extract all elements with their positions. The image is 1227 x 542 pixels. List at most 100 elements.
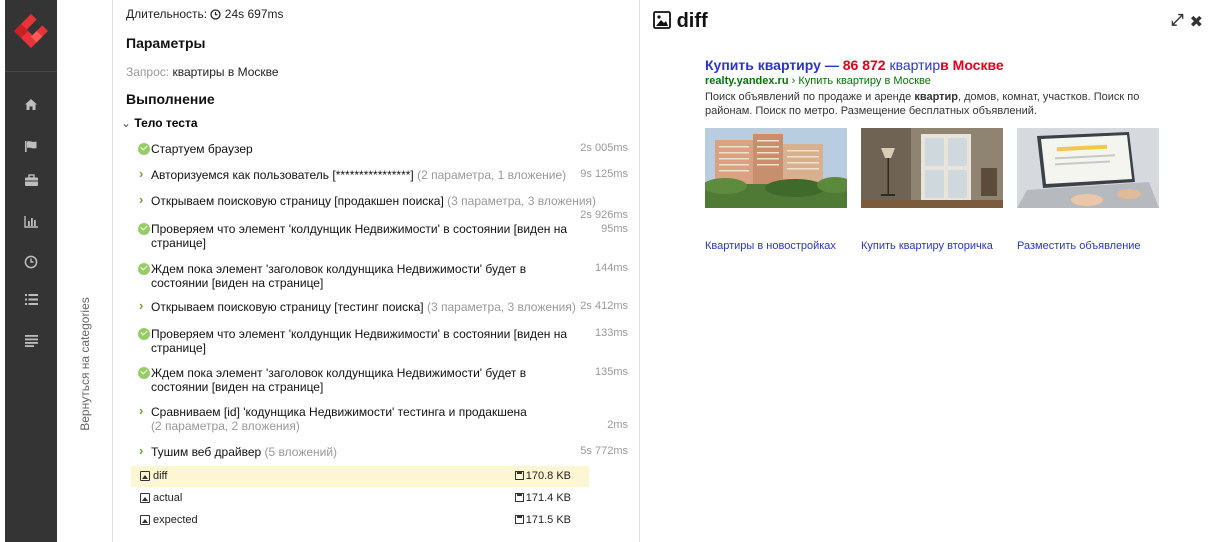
- serp-url[interactable]: realty.yandex.ru › Купить квартиру в Мос…: [705, 75, 1165, 87]
- step-text-wrap: Авторизуемся как пользователь [*********…: [151, 168, 581, 182]
- app-window: Вернуться на categories Длительность: 24…: [0, 0, 1227, 542]
- step-meta: (5 вложений): [264, 445, 338, 459]
- duration-label: Длительность:: [126, 7, 208, 21]
- diff-panel: diff ⤢ ✖ Купить квартиру — 86 872 кварти…: [640, 0, 1227, 542]
- step-text: Открываем поисковую страницу [продакшен …: [151, 194, 444, 208]
- thumbnail-caption-link[interactable]: Разместить объявление: [1017, 240, 1141, 252]
- attachment-row-actual[interactable]: actual 171.4 KB: [131, 488, 589, 509]
- home-icon[interactable]: [5, 92, 57, 116]
- step-time: 9s 125ms: [580, 168, 628, 180]
- diff-title: diff: [653, 10, 708, 33]
- expand-icon[interactable]: ⤢: [1171, 12, 1184, 32]
- attachment-row-diff[interactable]: diff 170.8 KB: [131, 466, 589, 487]
- menu-lines-icon[interactable]: [5, 328, 57, 352]
- serp-title-word: квартир: [889, 57, 941, 73]
- step-text: Ждем пока элемент 'заголовок колдунщика …: [151, 262, 527, 290]
- chevron-right-icon: ›: [139, 298, 144, 313]
- execution-title: Выполнение: [126, 91, 215, 107]
- step-row[interactable]: › Тушим веб драйвер (5 вложений) 5s 772m…: [138, 444, 628, 459]
- step-row[interactable]: Ждем пока элемент 'заголовок колдунщика …: [138, 366, 628, 394]
- passed-check-icon: [138, 328, 150, 340]
- diff-title-text: diff: [676, 10, 708, 32]
- back-to-categories-label: Вернуться на categories: [78, 297, 92, 431]
- serp-title-number: 86 872: [842, 57, 886, 73]
- attachment-size-wrap: 171.5 KB: [514, 514, 571, 526]
- step-meta: (2 параметра, 2 вложения): [151, 419, 300, 433]
- thumbnail-buildings[interactable]: [705, 128, 847, 208]
- step-row[interactable]: Стартуем браузер 2s 005ms: [138, 142, 628, 156]
- param-value: квартиры в Москве: [172, 65, 279, 79]
- step-meta: (3 параметра, 3 вложения): [447, 194, 597, 208]
- step-meta: (3 параметра, 3 вложения): [426, 300, 576, 314]
- attachment-size: 170.8 KB: [525, 470, 571, 482]
- nav-sidebar: [5, 0, 57, 542]
- step-time: 135ms: [594, 366, 628, 378]
- step-row[interactable]: Проверяем что элемент 'колдунщик Недвижи…: [138, 327, 628, 355]
- step-time: 133ms: [594, 327, 628, 339]
- attachment-size-wrap: 171.4 KB: [514, 492, 571, 504]
- test-body-toggle[interactable]: ⌄ Тело теста: [121, 116, 198, 130]
- step-row[interactable]: › Сравниваем [id] 'кодунщика Недвижимост…: [138, 403, 628, 433]
- save-icon[interactable]: [514, 471, 524, 480]
- thumbnail-room[interactable]: [861, 128, 1003, 208]
- step-text: Стартуем браузер: [151, 142, 253, 156]
- step-text-wrap: Открываем поисковую страницу [тестинг по…: [151, 300, 581, 314]
- step-text: Ждем пока элемент 'заголовок колдунщика …: [151, 366, 527, 394]
- passed-check-icon: [138, 263, 150, 275]
- params-title: Параметры: [126, 35, 206, 51]
- serp-title-tail: в Москве: [940, 57, 1004, 73]
- thumbnail-caption-link[interactable]: Купить квартиру вторичка: [861, 240, 993, 252]
- serp-snippet: Купить квартиру — 86 872 квартирв Москве…: [705, 57, 1165, 118]
- image-icon: [140, 493, 150, 503]
- serp-title-main: Купить квартиру —: [705, 57, 839, 73]
- test-result-pane: Длительность: 24s 697ms Параметры Запрос…: [113, 0, 640, 542]
- serp-desc-part1: Поиск объявлений по продаже и аренде: [705, 91, 915, 103]
- step-text: Проверяем что элемент 'колдунщик Недвижи…: [151, 327, 567, 355]
- clock-icon[interactable]: [5, 250, 57, 274]
- thumbnail-caption-link[interactable]: Квартиры в новостройках: [705, 240, 836, 252]
- serp-url-domain: realty.yandex.ru: [705, 75, 789, 87]
- attachment-size: 171.5 KB: [525, 514, 571, 526]
- save-icon[interactable]: [514, 515, 524, 524]
- serp-title-link[interactable]: Купить квартиру — 86 872 квартирв Москве: [705, 57, 1165, 73]
- attachment-name: expected: [153, 514, 198, 526]
- list-icon[interactable]: [5, 287, 57, 311]
- duration-value: 24s 697ms: [224, 7, 284, 21]
- briefcase-icon[interactable]: [5, 168, 57, 192]
- save-icon[interactable]: [514, 493, 524, 502]
- step-row[interactable]: › Авторизуемся как пользователь [*******…: [138, 167, 628, 182]
- attachment-name: diff: [153, 470, 168, 482]
- step-time: 2s 926ms: [580, 209, 628, 221]
- step-row[interactable]: Проверяем что элемент 'колдунщик Недвижи…: [138, 222, 628, 250]
- step-text-wrap: Сравниваем [id] 'кодунщика Недвижимости'…: [151, 405, 581, 433]
- serp-url-path: › Купить квартиру в Москве: [791, 75, 931, 87]
- chevron-right-icon: ›: [139, 403, 144, 418]
- step-text: Авторизуемся как пользователь [*********…: [151, 168, 414, 182]
- bar-chart-icon[interactable]: [5, 209, 57, 233]
- step-row[interactable]: › Открываем поисковую страницу [тестинг …: [138, 298, 628, 314]
- close-icon[interactable]: ✖: [1190, 12, 1203, 32]
- passed-check-icon: [138, 367, 150, 379]
- step-text: Открываем поисковую страницу [тестинг по…: [151, 300, 424, 314]
- step-text: Проверяем что элемент 'колдунщик Недвижи…: [151, 222, 567, 250]
- passed-check-icon: [138, 143, 150, 155]
- step-time: 95ms: [601, 223, 628, 235]
- param-name: Запрос:: [126, 65, 170, 79]
- step-row[interactable]: Ждем пока элемент 'заголовок колдунщика …: [138, 262, 628, 290]
- clock-icon: [210, 9, 222, 20]
- step-row[interactable]: › Открываем поисковую страницу [продакше…: [138, 193, 628, 221]
- step-time: 2s 412ms: [580, 300, 628, 312]
- image-icon: [140, 471, 150, 481]
- allure-logo-icon[interactable]: [14, 14, 48, 48]
- step-text-wrap: Тушим веб драйвер (5 вложений): [151, 445, 581, 459]
- back-to-categories[interactable]: Вернуться на categories: [57, 0, 113, 542]
- diff-actions: ⤢ ✖: [1171, 12, 1203, 32]
- test-body-label: Тело теста: [134, 116, 198, 130]
- thumbnail-laptop[interactable]: [1017, 128, 1159, 208]
- image-icon: [653, 11, 671, 29]
- flag-icon[interactable]: [5, 134, 57, 158]
- nav-divider: [5, 71, 57, 72]
- attachment-row-expected[interactable]: expected 171.5 KB: [131, 510, 589, 531]
- step-time: 2s 005ms: [580, 142, 628, 154]
- serp-description: Поиск объявлений по продаже и аренде ква…: [705, 90, 1155, 118]
